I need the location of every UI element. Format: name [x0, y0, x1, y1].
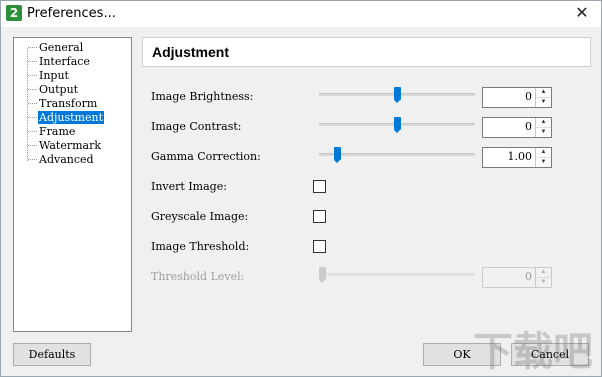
- brightness-up-arrow-icon[interactable]: ▲: [536, 88, 551, 98]
- title-bar: 2 Preferences... ✕: [1, 1, 601, 27]
- invert-label: Invert Image:: [151, 180, 227, 193]
- threshold-level-down-arrow-icon: ▼: [540, 279, 547, 285]
- window-title: Preferences...: [27, 6, 116, 21]
- tree-item-frame[interactable]: Frame: [38, 125, 76, 138]
- tree-connector: [28, 131, 37, 132]
- tree-item-general[interactable]: General: [38, 41, 84, 54]
- tree-item-input[interactable]: Input: [38, 69, 70, 82]
- tree-connector: [28, 145, 37, 146]
- category-tree: General Interface Input Output Transform…: [13, 37, 132, 332]
- contrast-spinbox[interactable]: 0 ▲ ▼: [482, 117, 552, 138]
- threshold-level-value: 0: [525, 270, 532, 283]
- tree-connector: [28, 47, 37, 48]
- threshold-checkbox[interactable]: [313, 240, 326, 253]
- contrast-up-arrow-icon[interactable]: ▲: [536, 118, 551, 128]
- tree-item-output[interactable]: Output: [38, 83, 79, 96]
- gamma-label: Gamma Correction:: [151, 150, 261, 163]
- threshold-level-slider-thumb: [319, 267, 326, 283]
- threshold-level-slider-track: [319, 273, 475, 276]
- close-button[interactable]: ✕: [573, 4, 591, 22]
- gamma-slider-thumb[interactable]: [333, 147, 341, 163]
- tree-item-adjustment[interactable]: Adjustment: [38, 111, 104, 124]
- tree-connector: [28, 61, 37, 62]
- brightness-down-arrow-icon[interactable]: ▼: [536, 98, 551, 107]
- gamma-slider-track[interactable]: [319, 153, 475, 156]
- brightness-spinbox[interactable]: 0 ▲ ▼: [482, 87, 552, 108]
- preferences-window: 2 Preferences... ✕ General Interface Inp…: [0, 0, 602, 377]
- contrast-label: Image Contrast:: [151, 120, 242, 133]
- brightness-slider-thumb[interactable]: [393, 87, 401, 103]
- threshold-level-up-arrow-icon: ▲: [536, 268, 551, 278]
- tree-item-watermark[interactable]: Watermark: [38, 139, 102, 152]
- app-icon: 2: [6, 5, 22, 21]
- tree-connector: [28, 117, 37, 118]
- threshold-label: Image Threshold:: [151, 240, 250, 253]
- threshold-level-spinbox: 0 ▲ ▼: [482, 267, 552, 288]
- gamma-value[interactable]: 1.00: [508, 150, 533, 163]
- defaults-button[interactable]: Defaults: [13, 343, 91, 366]
- gamma-up-arrow-icon[interactable]: ▲: [536, 148, 551, 158]
- panel-header: Adjustment: [142, 37, 591, 67]
- panel-title: Adjustment: [152, 44, 229, 60]
- greyscale-checkbox[interactable]: [313, 210, 326, 223]
- tree-connector: [28, 159, 37, 160]
- watermark-logo: 下载吧: [473, 329, 593, 375]
- threshold-level-label: Threshold Level:: [151, 270, 245, 283]
- tree-connector: [28, 75, 37, 76]
- brightness-value[interactable]: 0: [525, 90, 532, 103]
- tree-item-advanced[interactable]: Advanced: [38, 153, 95, 166]
- contrast-value[interactable]: 0: [525, 120, 532, 133]
- greyscale-label: Greyscale Image:: [151, 210, 249, 223]
- gamma-down-arrow-icon[interactable]: ▼: [536, 158, 551, 167]
- gamma-spinbox[interactable]: 1.00 ▲ ▼: [482, 147, 552, 168]
- invert-checkbox[interactable]: [313, 180, 326, 193]
- contrast-slider-thumb[interactable]: [393, 117, 401, 133]
- tree-connector: [28, 89, 37, 90]
- tree-item-transform[interactable]: Transform: [38, 97, 98, 110]
- tree-connector: [28, 103, 37, 104]
- brightness-label: Image Brightness:: [151, 90, 254, 103]
- close-icon: ✕: [575, 3, 589, 22]
- contrast-down-arrow-icon[interactable]: ▼: [536, 128, 551, 137]
- tree-item-interface[interactable]: Interface: [38, 55, 91, 68]
